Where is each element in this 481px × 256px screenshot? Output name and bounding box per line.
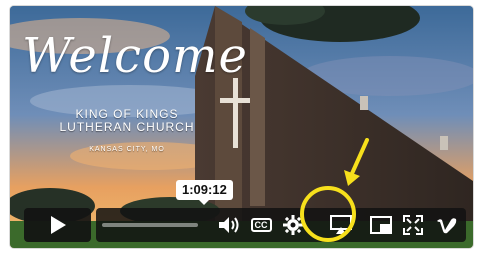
- fullscreen-icon: [403, 215, 423, 235]
- volume-icon: [219, 217, 239, 233]
- church-location: KANSAS CITY, MO: [89, 146, 165, 153]
- pip-button[interactable]: [366, 208, 396, 242]
- pip-icon: [370, 216, 392, 234]
- control-bar: 1:09:12 CC: [10, 180, 473, 248]
- control-panel: 1:09:12 CC: [96, 180, 466, 242]
- play-button[interactable]: [24, 208, 91, 242]
- cc-icon: CC: [250, 218, 272, 232]
- time-tooltip: 1:09:12: [176, 180, 233, 205]
- progress-bar[interactable]: [102, 223, 198, 227]
- pointer-arrow-icon: [344, 138, 369, 186]
- vimeo-button[interactable]: [432, 208, 462, 242]
- vimeo-icon: [437, 218, 457, 234]
- video-title-overlay: Welcome KING OF KINGS LUTHERAN CHURCH KA…: [22, 26, 248, 153]
- play-icon: [50, 216, 66, 234]
- welcome-title: Welcome: [22, 28, 248, 84]
- volume-button[interactable]: [214, 208, 244, 242]
- church-name: KING OF KINGS LUTHERAN CHURCH: [59, 107, 195, 134]
- captions-button[interactable]: CC: [246, 208, 276, 242]
- video-player[interactable]: Welcome KING OF KINGS LUTHERAN CHURCH KA…: [10, 6, 473, 248]
- highlight-circle: [300, 186, 356, 242]
- fullscreen-button[interactable]: [398, 208, 428, 242]
